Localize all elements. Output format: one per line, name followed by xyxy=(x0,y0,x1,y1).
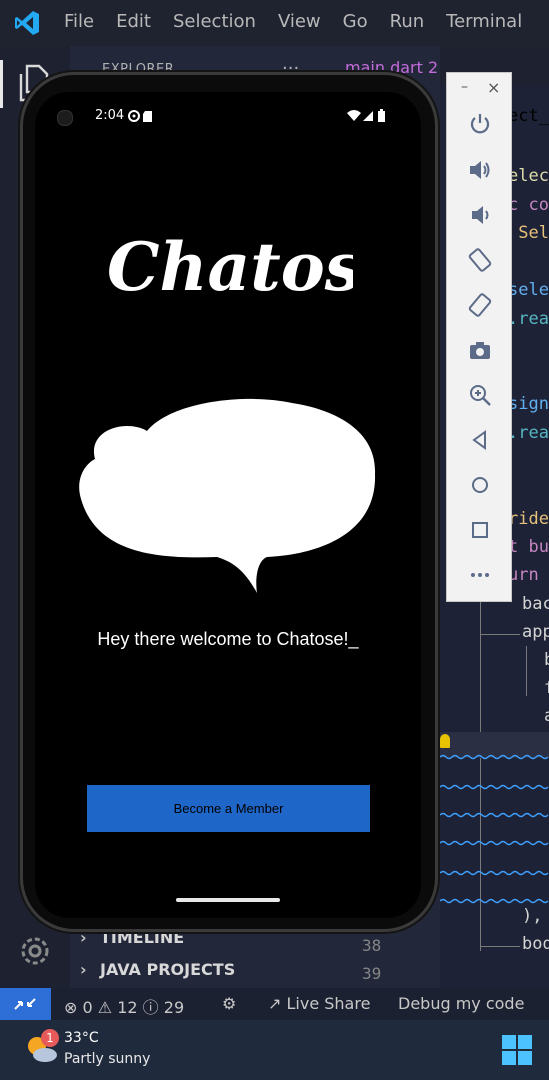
code-line: t bu xyxy=(508,537,549,557)
gesture-home-bar[interactable] xyxy=(176,898,280,902)
rotate-right-icon[interactable] xyxy=(467,292,493,318)
weather-condition[interactable]: Partly sunny xyxy=(64,1051,150,1067)
menu-selection[interactable]: Selection xyxy=(173,11,256,32)
menu-file[interactable]: File xyxy=(64,11,94,32)
debug-my-code-button[interactable]: Debug my code xyxy=(398,994,524,1013)
temperature[interactable]: 33°C xyxy=(64,1030,99,1046)
volume-down-icon[interactable] xyxy=(467,202,493,228)
warning-squiggle xyxy=(440,812,549,818)
home-icon[interactable] xyxy=(467,472,493,498)
menu-go[interactable]: Go xyxy=(343,11,368,32)
more-icon[interactable] xyxy=(467,562,493,588)
status-bar: ⊗ 0 ⚠ 12 ⓘ 29 ⚙ ↗ Live Share Debug my co… xyxy=(0,988,549,1020)
speech-bubble-image xyxy=(79,398,376,593)
code-line: a xyxy=(544,706,549,726)
menu-edit[interactable]: Edit xyxy=(116,11,151,32)
front-camera xyxy=(57,110,73,126)
emulator-close-button[interactable]: × xyxy=(487,78,500,97)
code-line: urn xyxy=(508,565,539,585)
logo-text: Chatose xyxy=(107,228,353,306)
chevron-right-icon: › xyxy=(80,960,87,979)
remote-icon xyxy=(14,998,36,1010)
status-time: 2:04 xyxy=(95,108,125,123)
indent-guide xyxy=(480,591,481,951)
windows-start-icon[interactable] xyxy=(502,1035,532,1065)
error-count: 0 xyxy=(82,998,93,1017)
info-icon: ⓘ xyxy=(142,998,159,1017)
warning-count: 12 xyxy=(117,998,138,1017)
line-number: 39 xyxy=(362,964,382,983)
code-line: .rea xyxy=(508,423,549,443)
code-line: ), xyxy=(522,906,543,926)
java-projects-section[interactable]: › JAVA PROJECTS xyxy=(80,960,235,979)
back-icon[interactable] xyxy=(467,427,493,453)
indent-guide xyxy=(526,646,527,696)
status-icons-right xyxy=(347,109,385,122)
code-line: Sel xyxy=(508,223,549,243)
status-icons-left xyxy=(128,110,152,122)
lightbulb-icon[interactable] xyxy=(440,734,450,748)
code-line: bac xyxy=(522,594,549,614)
warning-squiggle xyxy=(440,784,549,790)
code-line: c co xyxy=(508,195,549,215)
remote-indicator-button[interactable] xyxy=(0,988,51,1020)
camera-icon[interactable] xyxy=(467,337,493,363)
indent-guide xyxy=(480,946,520,947)
taskbar: 1 33°C Partly sunny xyxy=(0,1020,549,1080)
run-debug-icon[interactable]: ⚙ xyxy=(222,994,236,1013)
emulator-minimize-button[interactable]: – xyxy=(461,79,468,95)
indent-guide xyxy=(480,634,520,635)
live-share-button[interactable]: ↗ Live Share xyxy=(268,994,370,1013)
code-line: .rea xyxy=(508,309,549,329)
become-member-button[interactable]: Become a Member xyxy=(87,785,370,832)
live-share-icon: ↗ xyxy=(268,994,282,1013)
live-share-label: Live Share xyxy=(286,994,371,1013)
warning-squiggle xyxy=(440,754,549,760)
code-line: sign xyxy=(508,394,549,414)
phone-screen: 2:04 Chatose Hey there welcome to Chatos… xyxy=(35,92,421,918)
warning-squiggle xyxy=(440,898,549,904)
overview-icon[interactable] xyxy=(467,517,493,543)
active-indicator xyxy=(0,60,3,108)
notification-badge: 1 xyxy=(41,1029,59,1047)
power-icon[interactable] xyxy=(467,111,493,137)
vscode-logo-icon xyxy=(15,11,39,35)
warning-squiggle xyxy=(440,840,549,846)
welcome-text: Hey there welcome to Chatose!_ xyxy=(97,629,359,649)
java-projects-label: JAVA PROJECTS xyxy=(100,960,236,979)
warning-squiggle xyxy=(440,870,549,876)
line-number: 38 xyxy=(362,936,382,955)
menu-run[interactable]: Run xyxy=(390,11,425,32)
zoom-icon[interactable] xyxy=(467,382,493,408)
code-line: bod xyxy=(522,934,549,954)
code-line: elec xyxy=(508,166,549,186)
menu-bar: File Edit Selection View Go Run Terminal xyxy=(64,11,544,32)
settings-gear-icon[interactable] xyxy=(16,932,54,970)
warning-icon: ⚠ xyxy=(97,998,113,1017)
chatose-logo: Chatose xyxy=(107,228,353,306)
menu-terminal[interactable]: Terminal xyxy=(446,11,522,32)
code-line: sele xyxy=(508,280,549,300)
volume-up-icon[interactable] xyxy=(467,157,493,183)
rotate-left-icon[interactable] xyxy=(467,247,493,273)
code-line: f xyxy=(544,678,549,698)
code-line: b xyxy=(544,650,549,670)
emulator-toolbar: – × xyxy=(446,72,512,602)
code-line: ect_c xyxy=(508,106,549,126)
menu-view[interactable]: View xyxy=(278,11,321,32)
code-line: ride xyxy=(508,509,549,529)
info-count: 29 xyxy=(163,998,185,1017)
title-bar: File Edit Selection View Go Run Terminal xyxy=(0,0,549,46)
problems-indicator[interactable]: ⊗ 0 ⚠ 12 ⓘ 29 xyxy=(64,994,184,1018)
error-icon: ⊗ xyxy=(64,998,78,1017)
code-line: app xyxy=(522,622,549,642)
